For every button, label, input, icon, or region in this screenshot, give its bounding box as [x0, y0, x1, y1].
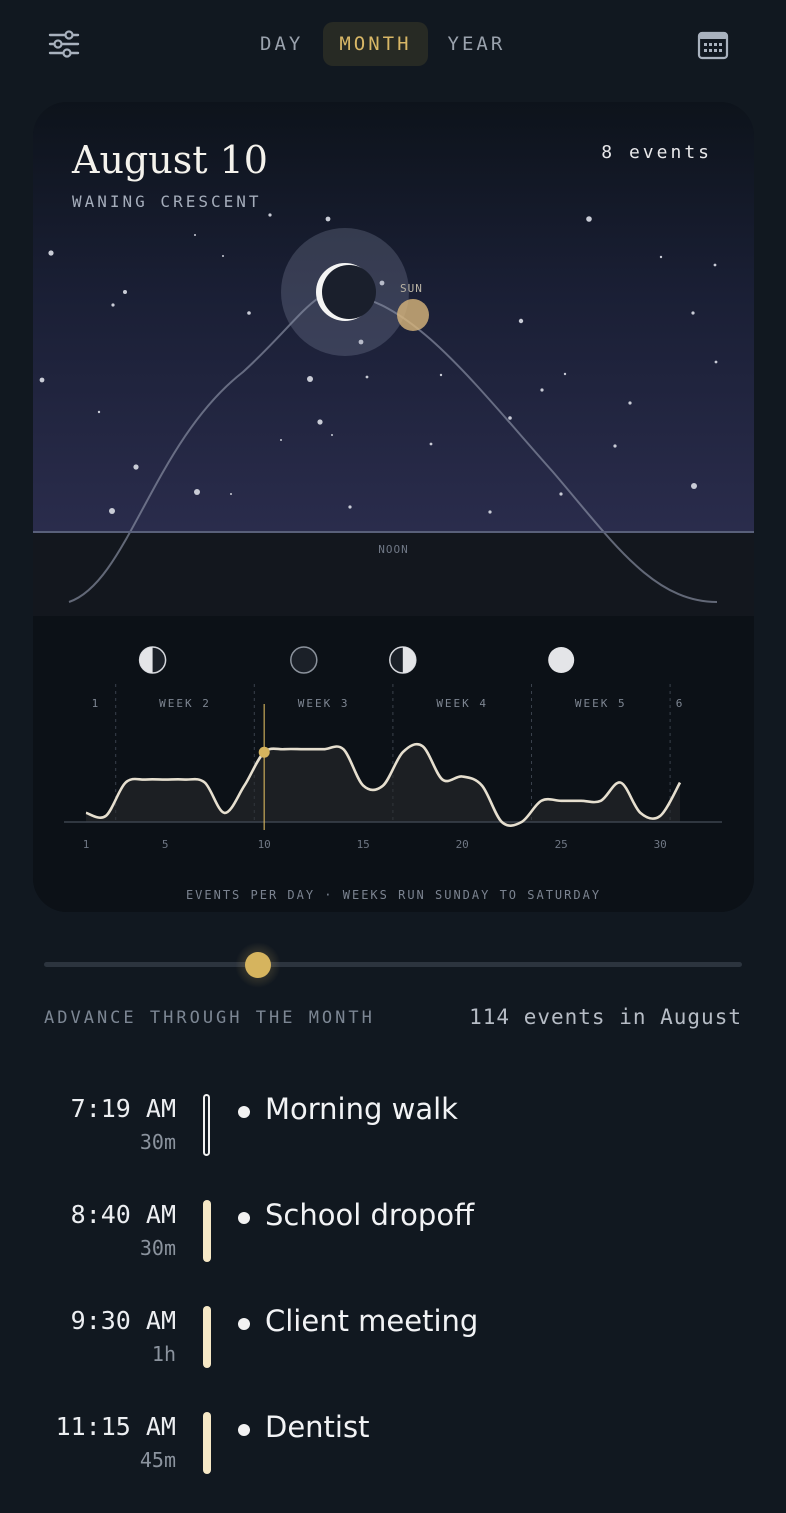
month-slider-track[interactable] — [44, 962, 742, 967]
month-slider-thumb[interactable] — [245, 952, 271, 978]
card-date: August 10 — [72, 138, 268, 182]
moon-phase-label: WANING CRESCENT — [72, 192, 262, 211]
event-time: 7:19 AM — [70, 1094, 176, 1123]
sliders-icon[interactable] — [44, 24, 84, 64]
event-title: Dentist — [265, 1410, 370, 1444]
horizon-line — [33, 531, 754, 533]
week-label: 6 — [676, 697, 685, 710]
week-label: WEEK 4 — [436, 697, 488, 710]
week-label: WEEK 3 — [298, 697, 350, 710]
new-moon-moon-icon — [290, 646, 318, 674]
event-item[interactable]: 11:15 AM 45m Dentist — [0, 1410, 786, 1492]
last-quarter-moon-icon — [389, 646, 417, 674]
event-time: 9:30 AM — [70, 1306, 176, 1335]
event-duration-bar — [203, 1094, 210, 1156]
week-label: WEEK 5 — [575, 697, 627, 710]
day-card: August 10 WANING CRESCENT 8 events SUN N… — [33, 102, 754, 912]
bullet-icon — [238, 1106, 250, 1118]
event-duration-bar — [203, 1306, 211, 1368]
x-tick-label: 10 — [258, 838, 271, 851]
noon-label: NOON — [378, 543, 409, 556]
event-duration-bar — [203, 1200, 211, 1262]
week-label: WEEK 2 — [159, 697, 211, 710]
month-total: 114 events in August — [469, 1005, 742, 1029]
event-count: 8 events — [601, 142, 712, 163]
week-label: 1 — [92, 697, 101, 710]
first-quarter-moon-icon — [138, 646, 167, 674]
tab-month[interactable]: MONTH — [323, 22, 428, 66]
x-tick-label: 25 — [555, 838, 568, 851]
event-item[interactable]: 9:30 AM 1h Client meeting — [0, 1304, 786, 1386]
event-title: Client meeting — [265, 1304, 479, 1338]
event-duration-bar — [203, 1412, 211, 1474]
x-tick-label: 5 — [162, 838, 169, 851]
sun-icon — [397, 299, 429, 331]
x-tick-label: 20 — [456, 838, 469, 851]
bullet-icon — [238, 1424, 250, 1436]
selected-day-point — [258, 746, 270, 758]
event-title: Morning walk — [265, 1092, 458, 1126]
tab-day[interactable]: DAY — [244, 22, 319, 66]
sun-label: SUN — [400, 282, 423, 295]
event-duration: 30m — [139, 1236, 176, 1260]
view-switcher: DAY MONTH YEAR — [244, 22, 521, 66]
bullet-icon — [238, 1212, 250, 1224]
bullet-icon — [238, 1318, 250, 1330]
full-moon-moon-icon — [548, 647, 575, 673]
tab-year[interactable]: YEAR — [432, 22, 522, 66]
event-item[interactable]: 8:40 AM 30m School dropoff — [0, 1198, 786, 1280]
event-time: 8:40 AM — [70, 1200, 176, 1229]
chart-caption: EVENTS PER DAY · WEEKS RUN SUNDAY TO SAT… — [185, 888, 602, 902]
events-chart: 1 WEEK 2 WEEK 3 WEEK 4 WEEK 5 61 5 10 15 20 25 30 — [64, 646, 722, 851]
event-duration: 30m — [139, 1130, 176, 1154]
x-tick-label: 30 — [654, 838, 667, 851]
x-tick-label: 1 — [83, 838, 90, 851]
event-time: 11:15 AM — [55, 1412, 176, 1441]
event-duration: 45m — [139, 1448, 176, 1472]
x-tick-label: 15 — [357, 838, 370, 851]
event-duration: 1h — [151, 1342, 176, 1366]
event-title: School dropoff — [265, 1198, 475, 1232]
event-item[interactable]: 7:19 AM 30m Morning walk — [0, 1092, 786, 1174]
top-bar: DAY MONTH YEAR — [0, 0, 786, 90]
calendar-icon[interactable] — [693, 25, 733, 65]
slider-label: ADVANCE THROUGH THE MONTH — [44, 1008, 375, 1028]
